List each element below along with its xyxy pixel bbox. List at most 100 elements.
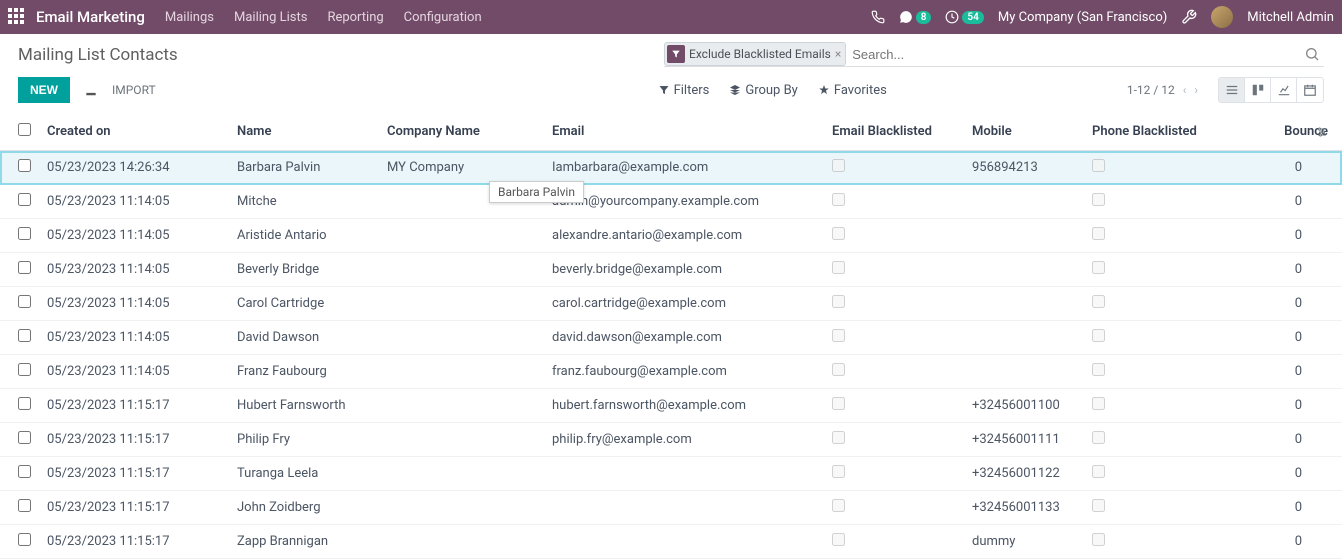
table-row[interactable]: 05/23/2023 14:26:34Barbara PalvinBarbara… — [0, 151, 1342, 185]
nav-mailings[interactable]: Mailings — [165, 10, 214, 25]
table-row[interactable]: 05/23/2023 11:15:17Turanga Leela+3245600… — [0, 457, 1342, 491]
th-bounce[interactable]: Bounce — [1234, 113, 1342, 151]
row-checkbox[interactable] — [18, 159, 31, 172]
search-icon[interactable] — [1304, 46, 1324, 62]
apps-icon[interactable] — [8, 8, 26, 26]
messages-icon[interactable]: 8 — [899, 10, 932, 24]
phone-blacklisted-checkbox — [1092, 465, 1105, 478]
table-row[interactable]: 05/23/2023 11:14:05Beverly Bridgebeverly… — [0, 253, 1342, 287]
column-settings-icon[interactable] — [1316, 126, 1328, 138]
cell-email-blacklisted — [824, 423, 964, 457]
close-icon[interactable]: × — [835, 47, 841, 61]
row-checkbox[interactable] — [18, 193, 31, 206]
cell-created: 05/23/2023 11:15:17 — [39, 389, 229, 423]
company-selector[interactable]: My Company (San Francisco) — [998, 10, 1167, 25]
cell-created: 05/23/2023 14:26:34 — [39, 151, 229, 185]
cell-mobile: +32456001100 — [964, 389, 1084, 423]
phone-blacklisted-checkbox — [1092, 261, 1105, 274]
cell-email-blacklisted — [824, 253, 964, 287]
cell-phone-blacklisted — [1084, 321, 1234, 355]
row-checkbox[interactable] — [18, 261, 31, 274]
settings-icon[interactable] — [1181, 9, 1197, 25]
table-row[interactable]: 05/23/2023 11:14:05Aristide Antarioalexa… — [0, 219, 1342, 253]
phone-blacklisted-checkbox — [1092, 499, 1105, 512]
cell-created: 05/23/2023 11:15:17 — [39, 525, 229, 559]
row-checkbox[interactable] — [18, 363, 31, 376]
select-all-checkbox[interactable] — [18, 123, 31, 136]
cell-phone-blacklisted — [1084, 525, 1234, 559]
nav-reporting[interactable]: Reporting — [327, 10, 383, 25]
activities-icon[interactable]: 54 — [945, 10, 983, 24]
row-checkbox[interactable] — [18, 499, 31, 512]
cell-company — [379, 389, 544, 423]
th-name[interactable]: Name — [229, 113, 379, 151]
table-row[interactable]: 05/23/2023 11:14:05Mitcheadmin@yourcompa… — [0, 185, 1342, 219]
app-title[interactable]: Email Marketing — [36, 8, 145, 26]
row-checkbox[interactable] — [18, 397, 31, 410]
cell-phone-blacklisted — [1084, 253, 1234, 287]
cell-mobile — [964, 219, 1084, 253]
cell-bounce: 0 — [1234, 389, 1342, 423]
th-email-blacklisted[interactable]: Email Blacklisted — [824, 113, 964, 151]
row-checkbox[interactable] — [18, 329, 31, 342]
th-created[interactable]: Created on — [39, 113, 229, 151]
favorites-button[interactable]: Favorites — [818, 83, 887, 98]
list-view-icon[interactable] — [1219, 78, 1245, 102]
graph-view-icon[interactable] — [1271, 78, 1297, 102]
download-icon[interactable] — [84, 83, 98, 97]
table-row[interactable]: 05/23/2023 11:14:05Franz Faubourgfranz.f… — [0, 355, 1342, 389]
filters-button[interactable]: Filters — [658, 83, 710, 98]
user-name[interactable]: Mitchell Admin — [1247, 10, 1334, 25]
filter-chip[interactable]: Exclude Blacklisted Emails × — [664, 42, 846, 66]
th-mobile[interactable]: Mobile — [964, 113, 1084, 151]
email-blacklisted-checkbox — [832, 193, 845, 206]
chevron-right-icon[interactable]: › — [1194, 83, 1198, 97]
th-email[interactable]: Email — [544, 113, 824, 151]
th-company[interactable]: Company Name — [379, 113, 544, 151]
table-row[interactable]: 05/23/2023 11:15:17Philip Fryphilip.fry@… — [0, 423, 1342, 457]
cell-email: beverly.bridge@example.com — [544, 253, 824, 287]
pager-text: 1-12 / 12 — [1127, 83, 1175, 97]
groupby-button[interactable]: Group By — [729, 83, 798, 98]
nav-configuration[interactable]: Configuration — [404, 10, 482, 25]
phone-blacklisted-checkbox — [1092, 431, 1105, 444]
table-row[interactable]: 05/23/2023 11:14:05Carol Cartridgecarol.… — [0, 287, 1342, 321]
topbar: Email Marketing Mailings Mailing Lists R… — [0, 0, 1342, 34]
row-checkbox[interactable] — [18, 465, 31, 478]
row-checkbox[interactable] — [18, 295, 31, 308]
nav-mailing-lists[interactable]: Mailing Lists — [234, 10, 307, 25]
cell-email-blacklisted — [824, 491, 964, 525]
table-row[interactable]: 05/23/2023 11:15:17Zapp Brannigandummy0 — [0, 525, 1342, 559]
row-checkbox[interactable] — [18, 227, 31, 240]
chevron-left-icon[interactable]: ‹ — [1183, 83, 1187, 97]
table-header-row: Created on Name Company Name Email Email… — [0, 113, 1342, 151]
row-checkbox[interactable] — [18, 431, 31, 444]
th-phone-blacklisted[interactable]: Phone Blacklisted — [1084, 113, 1234, 151]
cell-created: 05/23/2023 11:15:17 — [39, 457, 229, 491]
cell-phone-blacklisted — [1084, 389, 1234, 423]
cell-bounce: 0 — [1234, 185, 1342, 219]
table-row[interactable]: 05/23/2023 11:15:17John Zoidberg+3245600… — [0, 491, 1342, 525]
activity-view-icon[interactable] — [1297, 78, 1323, 102]
phone-blacklisted-checkbox — [1092, 363, 1105, 376]
cell-email: franz.faubourg@example.com — [544, 355, 824, 389]
funnel-icon — [658, 84, 670, 96]
cell-company — [379, 287, 544, 321]
cell-email: carol.cartridge@example.com — [544, 287, 824, 321]
search-input[interactable] — [846, 43, 1304, 66]
table-row[interactable]: 05/23/2023 11:14:05David Dawsondavid.daw… — [0, 321, 1342, 355]
kanban-view-icon[interactable] — [1245, 78, 1271, 102]
import-link[interactable]: IMPORT — [112, 83, 156, 97]
avatar[interactable] — [1211, 6, 1233, 28]
cell-bounce: 0 — [1234, 219, 1342, 253]
row-checkbox[interactable] — [18, 533, 31, 546]
cell-created: 05/23/2023 11:14:05 — [39, 355, 229, 389]
table-row[interactable]: 05/23/2023 11:15:17Hubert Farnsworthhube… — [0, 389, 1342, 423]
new-button[interactable]: NEW — [18, 77, 70, 103]
phone-blacklisted-checkbox — [1092, 295, 1105, 308]
controlbar: NEW IMPORT Filters Group By Favorites 1-… — [0, 71, 1342, 113]
email-blacklisted-checkbox — [832, 397, 845, 410]
cell-name: Aristide Antario — [229, 219, 379, 253]
phone-icon[interactable] — [871, 10, 885, 24]
cell-bounce: 0 — [1234, 491, 1342, 525]
